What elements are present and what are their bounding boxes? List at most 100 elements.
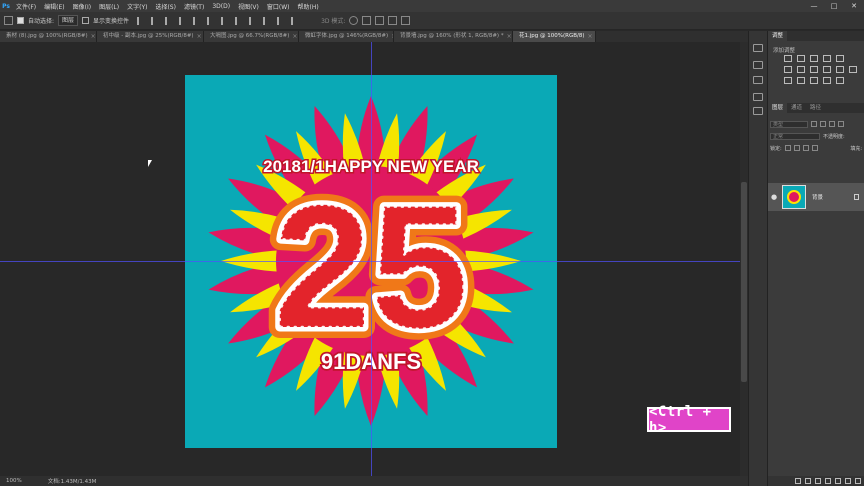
slide-3d-icon[interactable]	[388, 16, 398, 25]
tab-channels[interactable]: 通道	[787, 103, 806, 113]
menu-help[interactable]: 帮助(H)	[294, 2, 323, 11]
lock-artboard-icon[interactable]	[802, 145, 809, 151]
close-icon[interactable]: ×	[507, 31, 512, 42]
new-adjustment-icon[interactable]	[825, 478, 831, 484]
filter-type-icon[interactable]	[829, 121, 835, 127]
photo-filter-icon[interactable]	[823, 66, 831, 73]
show-transform-checkbox[interactable]	[82, 17, 90, 24]
menu-edit[interactable]: 编辑(E)	[40, 2, 68, 11]
link-layers-icon[interactable]	[795, 478, 801, 484]
lock-position-icon[interactable]	[793, 145, 800, 151]
menu-file[interactable]: 文件(F)	[12, 2, 40, 11]
align-left-icon[interactable]	[137, 16, 143, 25]
horizontal-guide[interactable]	[0, 261, 740, 262]
invert-icon[interactable]	[784, 77, 792, 84]
scroll-thumb[interactable]	[741, 182, 747, 382]
close-button[interactable]: ✕	[844, 2, 864, 10]
tab-doc-6-active[interactable]: 花1.jpg @ 100%(RGB/8) ×	[513, 31, 596, 42]
close-icon[interactable]: ×	[197, 31, 202, 42]
exposure-icon[interactable]	[823, 55, 831, 62]
add-mask-icon[interactable]	[815, 478, 821, 484]
hue-saturation-icon[interactable]	[784, 66, 792, 73]
menu-layer[interactable]: 图层(L)	[95, 2, 123, 11]
align-center-icon[interactable]	[151, 16, 157, 25]
distribute-left-icon[interactable]	[263, 16, 269, 25]
vertical-guide[interactable]	[371, 42, 372, 476]
tab-doc-5[interactable]: 背景墙.jpg @ 160% (形状 1, RGB/8#) * ×	[394, 31, 513, 42]
tab-doc-3[interactable]: 大嗝图.jpg @ 66.7%(RGB/8#) ×	[204, 31, 299, 42]
lock-pixels-icon[interactable]	[784, 145, 791, 151]
minimize-button[interactable]: —	[804, 2, 824, 10]
opacity-label: 不透明度:	[823, 133, 845, 140]
photoshop-logo: Ps	[2, 2, 10, 10]
posterize-icon[interactable]	[797, 77, 805, 84]
color-lookup-icon[interactable]	[849, 66, 857, 73]
tab-layers[interactable]: 图层	[768, 103, 788, 113]
filter-shape-icon[interactable]	[838, 121, 844, 127]
levels-icon[interactable]	[797, 55, 805, 62]
properties-icon[interactable]	[753, 93, 763, 101]
character-icon[interactable]	[753, 107, 763, 115]
layer-kind-filter[interactable]: 类型	[770, 120, 808, 128]
menu-window[interactable]: 窗口(W)	[263, 2, 294, 11]
trash-icon[interactable]	[855, 478, 861, 484]
lock-label: 锁定:	[770, 145, 782, 152]
adjustment-icons	[784, 55, 864, 84]
threshold-icon[interactable]	[810, 77, 818, 84]
selective-color-icon[interactable]	[836, 77, 844, 84]
gradient-map-icon[interactable]	[823, 77, 831, 84]
distribute-right-icon[interactable]	[291, 16, 297, 25]
tab-doc-2[interactable]: 初中级 - 副本.jpg @ 25%(RGB/8#) ×	[97, 31, 204, 42]
blend-mode-select[interactable]: 正常	[770, 132, 820, 140]
new-group-icon[interactable]	[835, 478, 841, 484]
align-top-icon[interactable]	[179, 16, 185, 25]
zoom-level[interactable]: 100%	[0, 478, 22, 484]
menu-view[interactable]: 视图(V)	[234, 2, 263, 11]
move-tool-icon[interactable]	[4, 16, 13, 25]
filter-pixel-icon[interactable]	[811, 121, 817, 127]
vertical-scrollbar[interactable]	[740, 42, 748, 476]
tab-adjustments[interactable]: 调整	[768, 31, 788, 41]
pan-3d-icon[interactable]	[375, 16, 385, 25]
clone-source-icon[interactable]	[753, 76, 763, 84]
align-bottom-icon[interactable]	[207, 16, 213, 25]
distribute-center-icon[interactable]	[277, 16, 283, 25]
menu-3d[interactable]: 3D(D)	[208, 3, 234, 10]
vibrance-icon[interactable]	[836, 55, 844, 62]
close-icon[interactable]: ×	[292, 31, 297, 42]
layer-row-background[interactable]: ● 背景	[768, 183, 864, 211]
align-middle-icon[interactable]	[193, 16, 199, 25]
color-balance-icon[interactable]	[797, 66, 805, 73]
distribute-bottom-icon[interactable]	[249, 16, 255, 25]
brush-icon[interactable]	[753, 61, 763, 69]
auto-select-checkbox[interactable]	[17, 17, 24, 24]
new-layer-icon[interactable]	[845, 478, 851, 484]
channel-mixer-icon[interactable]	[836, 66, 844, 73]
distribute-top-icon[interactable]	[221, 16, 227, 25]
history-icon[interactable]	[753, 44, 763, 52]
roll-3d-icon[interactable]	[362, 16, 372, 25]
distribute-middle-icon[interactable]	[235, 16, 241, 25]
menu-type[interactable]: 文字(Y)	[123, 2, 151, 11]
layer-style-icon[interactable]	[805, 478, 811, 484]
shortcut-badge: <Ctrl + h>	[647, 404, 731, 436]
scale-3d-icon[interactable]	[401, 16, 411, 25]
eye-icon[interactable]: ●	[768, 193, 780, 201]
lock-all-icon[interactable]	[811, 145, 818, 151]
brightness-icon[interactable]	[784, 55, 792, 62]
auto-select-dropdown[interactable]: 图层	[58, 15, 79, 26]
filter-adjust-icon[interactable]	[820, 121, 826, 127]
restore-button[interactable]: □	[824, 2, 844, 10]
close-icon[interactable]: ×	[587, 31, 592, 42]
menu-select[interactable]: 选择(S)	[151, 2, 180, 11]
close-icon[interactable]: ×	[91, 31, 96, 42]
curves-icon[interactable]	[810, 55, 818, 62]
menu-image[interactable]: 图像(I)	[69, 2, 95, 11]
tab-doc-1[interactable]: 素材 (8).jpg @ 100%(RGB/8#) ×	[0, 31, 97, 42]
align-right-icon[interactable]	[165, 16, 171, 25]
black-white-icon[interactable]	[810, 66, 818, 73]
tab-paths[interactable]: 路径	[806, 103, 825, 113]
orbit-3d-icon[interactable]	[349, 16, 359, 25]
menu-filter[interactable]: 滤镜(T)	[180, 2, 208, 11]
tab-doc-4[interactable]: 微虹字体.jpg @ 146%(RGB/8#)×	[299, 31, 394, 42]
